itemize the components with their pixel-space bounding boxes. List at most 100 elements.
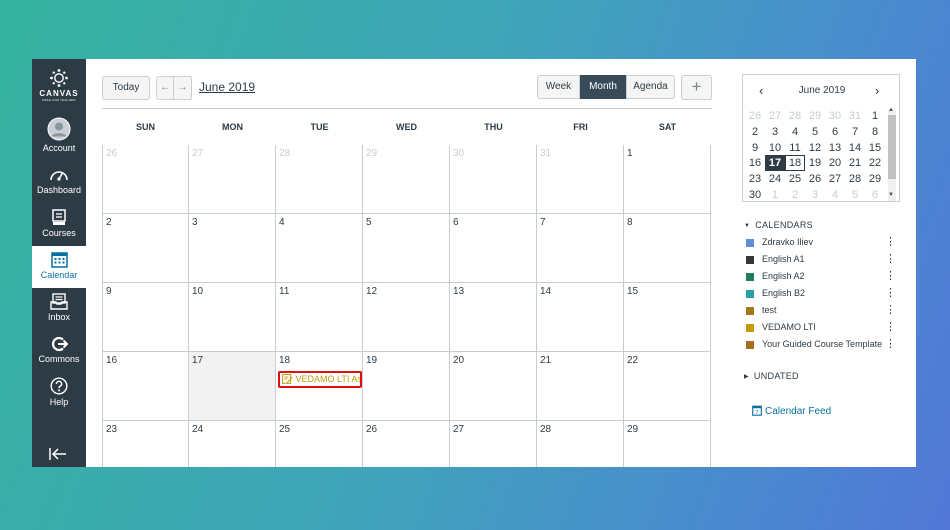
mini-day[interactable]: 1 (765, 187, 785, 202)
kebab-menu-icon[interactable]: ⋮ (885, 321, 896, 333)
day-cell[interactable]: 9 (102, 283, 189, 352)
kebab-menu-icon[interactable]: ⋮ (885, 236, 896, 248)
mini-day[interactable]: 31 (845, 108, 865, 124)
day-cell[interactable]: 16 (102, 352, 189, 421)
mini-day[interactable]: 28 (845, 171, 865, 187)
nav-item-inbox[interactable]: Inbox (32, 293, 86, 335)
mini-day[interactable]: 6 (825, 124, 845, 140)
mini-day[interactable]: 20 (825, 155, 845, 171)
mini-day[interactable]: 25 (785, 171, 805, 187)
day-cell[interactable]: 8 (624, 214, 711, 283)
day-cell[interactable]: 28 (276, 145, 363, 214)
mini-day[interactable]: 30 (825, 108, 845, 124)
calendar-list-item[interactable]: English A1 ⋮ (745, 253, 896, 268)
day-cell[interactable]: 31 (537, 145, 624, 214)
mini-day[interactable]: 8 (865, 124, 885, 140)
prev-month-button[interactable]: ← (156, 76, 174, 100)
day-cell[interactable]: 10 (189, 283, 276, 352)
mini-day[interactable]: 23 (745, 171, 765, 187)
mini-day[interactable]: 15 (865, 140, 885, 156)
day-cell[interactable]: 28 (537, 421, 624, 467)
mini-day[interactable]: 12 (805, 140, 825, 156)
calendar-color-swatch[interactable] (746, 290, 754, 298)
day-cell[interactable]: 26 (363, 421, 450, 467)
day-cell[interactable]: 27 (189, 145, 276, 214)
calendars-section-toggle[interactable]: ▼ CALENDARS (744, 220, 813, 230)
mini-day[interactable]: 29 (805, 108, 825, 124)
day-cell[interactable]: 14 (537, 283, 624, 352)
mini-day[interactable]: 4 (785, 124, 805, 140)
day-cell[interactable]: 29 (363, 145, 450, 214)
calendar-color-swatch[interactable] (746, 307, 754, 315)
nav-item-dashboard[interactable]: Dashboard (32, 167, 86, 209)
add-event-button[interactable]: + (681, 75, 712, 100)
scrollbar-thumb[interactable] (888, 115, 896, 179)
day-cell[interactable]: 4 (276, 214, 363, 283)
mini-day[interactable]: 17 (765, 155, 785, 172)
mini-day[interactable]: 2 (785, 187, 805, 202)
calendar-list-item[interactable]: English A2 ⋮ (745, 270, 896, 285)
kebab-menu-icon[interactable]: ⋮ (885, 338, 896, 350)
calendar-color-swatch[interactable] (746, 341, 754, 349)
calendar-color-swatch[interactable] (746, 273, 754, 281)
mini-day[interactable]: 16 (745, 155, 765, 171)
day-cell[interactable]: 26 (102, 145, 189, 214)
mini-day[interactable]: 4 (825, 187, 845, 202)
calendar-color-swatch[interactable] (746, 324, 754, 332)
calendar-list-item[interactable]: Your Guided Course Template ⋮ (745, 338, 896, 353)
month-title[interactable]: June 2019 (199, 80, 255, 94)
kebab-menu-icon[interactable]: ⋮ (885, 304, 896, 316)
day-cell[interactable]: 29 (624, 421, 711, 467)
day-cell[interactable]: 7 (537, 214, 624, 283)
kebab-menu-icon[interactable]: ⋮ (885, 270, 896, 282)
day-cell[interactable]: 23 (102, 421, 189, 467)
mini-day[interactable]: 22 (865, 155, 885, 171)
day-cell[interactable]: 25 (276, 421, 363, 467)
agenda-view-button[interactable]: Agenda (626, 75, 675, 99)
day-cell[interactable]: 18 VEDAMO LTI As (276, 352, 363, 421)
mini-day[interactable]: 1 (865, 108, 885, 124)
day-cell[interactable]: 3 (189, 214, 276, 283)
mini-day[interactable]: 30 (745, 187, 765, 202)
day-cell[interactable]: 5 (363, 214, 450, 283)
mini-day[interactable]: 18 (785, 155, 805, 172)
mini-day[interactable]: 19 (805, 155, 825, 171)
calendar-list-item[interactable]: English B2 ⋮ (745, 287, 896, 302)
kebab-menu-icon[interactable]: ⋮ (885, 287, 896, 299)
today-button[interactable]: Today (102, 76, 150, 100)
mini-day[interactable]: 10 (765, 140, 785, 156)
mini-day[interactable]: 26 (745, 108, 765, 124)
day-cell[interactable]: 27 (450, 421, 537, 467)
mini-day[interactable]: 29 (865, 171, 885, 187)
mini-next-button[interactable]: › (875, 83, 879, 98)
mini-day[interactable]: 24 (765, 171, 785, 187)
mini-day[interactable]: 5 (805, 124, 825, 140)
calendar-event[interactable]: VEDAMO LTI As (278, 371, 362, 388)
week-view-button[interactable]: Week (537, 75, 580, 99)
nav-item-calendar[interactable]: Calendar (32, 246, 86, 288)
day-cell[interactable]: 12 (363, 283, 450, 352)
mini-day[interactable]: 7 (845, 124, 865, 140)
day-cell[interactable]: 20 (450, 352, 537, 421)
mini-day[interactable]: 2 (745, 124, 765, 140)
day-cell[interactable]: 17 (189, 352, 276, 421)
canvas-logo[interactable]: CANVAS FREE FOR TEACHER (32, 68, 86, 102)
day-cell[interactable]: 11 (276, 283, 363, 352)
undated-section-toggle[interactable]: ▶ UNDATED (744, 371, 799, 381)
mini-day[interactable]: 11 (785, 140, 805, 156)
mini-day[interactable]: 5 (845, 187, 865, 202)
calendar-list-item[interactable]: VEDAMO LTI ⋮ (745, 321, 896, 336)
mini-day[interactable]: 3 (805, 187, 825, 202)
mini-day[interactable]: 21 (845, 155, 865, 171)
day-cell[interactable]: 30 (450, 145, 537, 214)
calendar-color-swatch[interactable] (746, 256, 754, 264)
next-month-button[interactable]: → (174, 76, 192, 100)
mini-day[interactable]: 27 (765, 108, 785, 124)
day-cell[interactable]: 1 (624, 145, 711, 214)
day-cell[interactable]: 19 (363, 352, 450, 421)
day-cell[interactable]: 24 (189, 421, 276, 467)
day-cell[interactable]: 22 (624, 352, 711, 421)
calendar-list-item[interactable]: Zdravko Iliev ⋮ (745, 236, 896, 251)
mini-calendar-scrollbar[interactable]: ▲ ▼ (887, 107, 896, 201)
mini-day[interactable]: 13 (825, 140, 845, 156)
